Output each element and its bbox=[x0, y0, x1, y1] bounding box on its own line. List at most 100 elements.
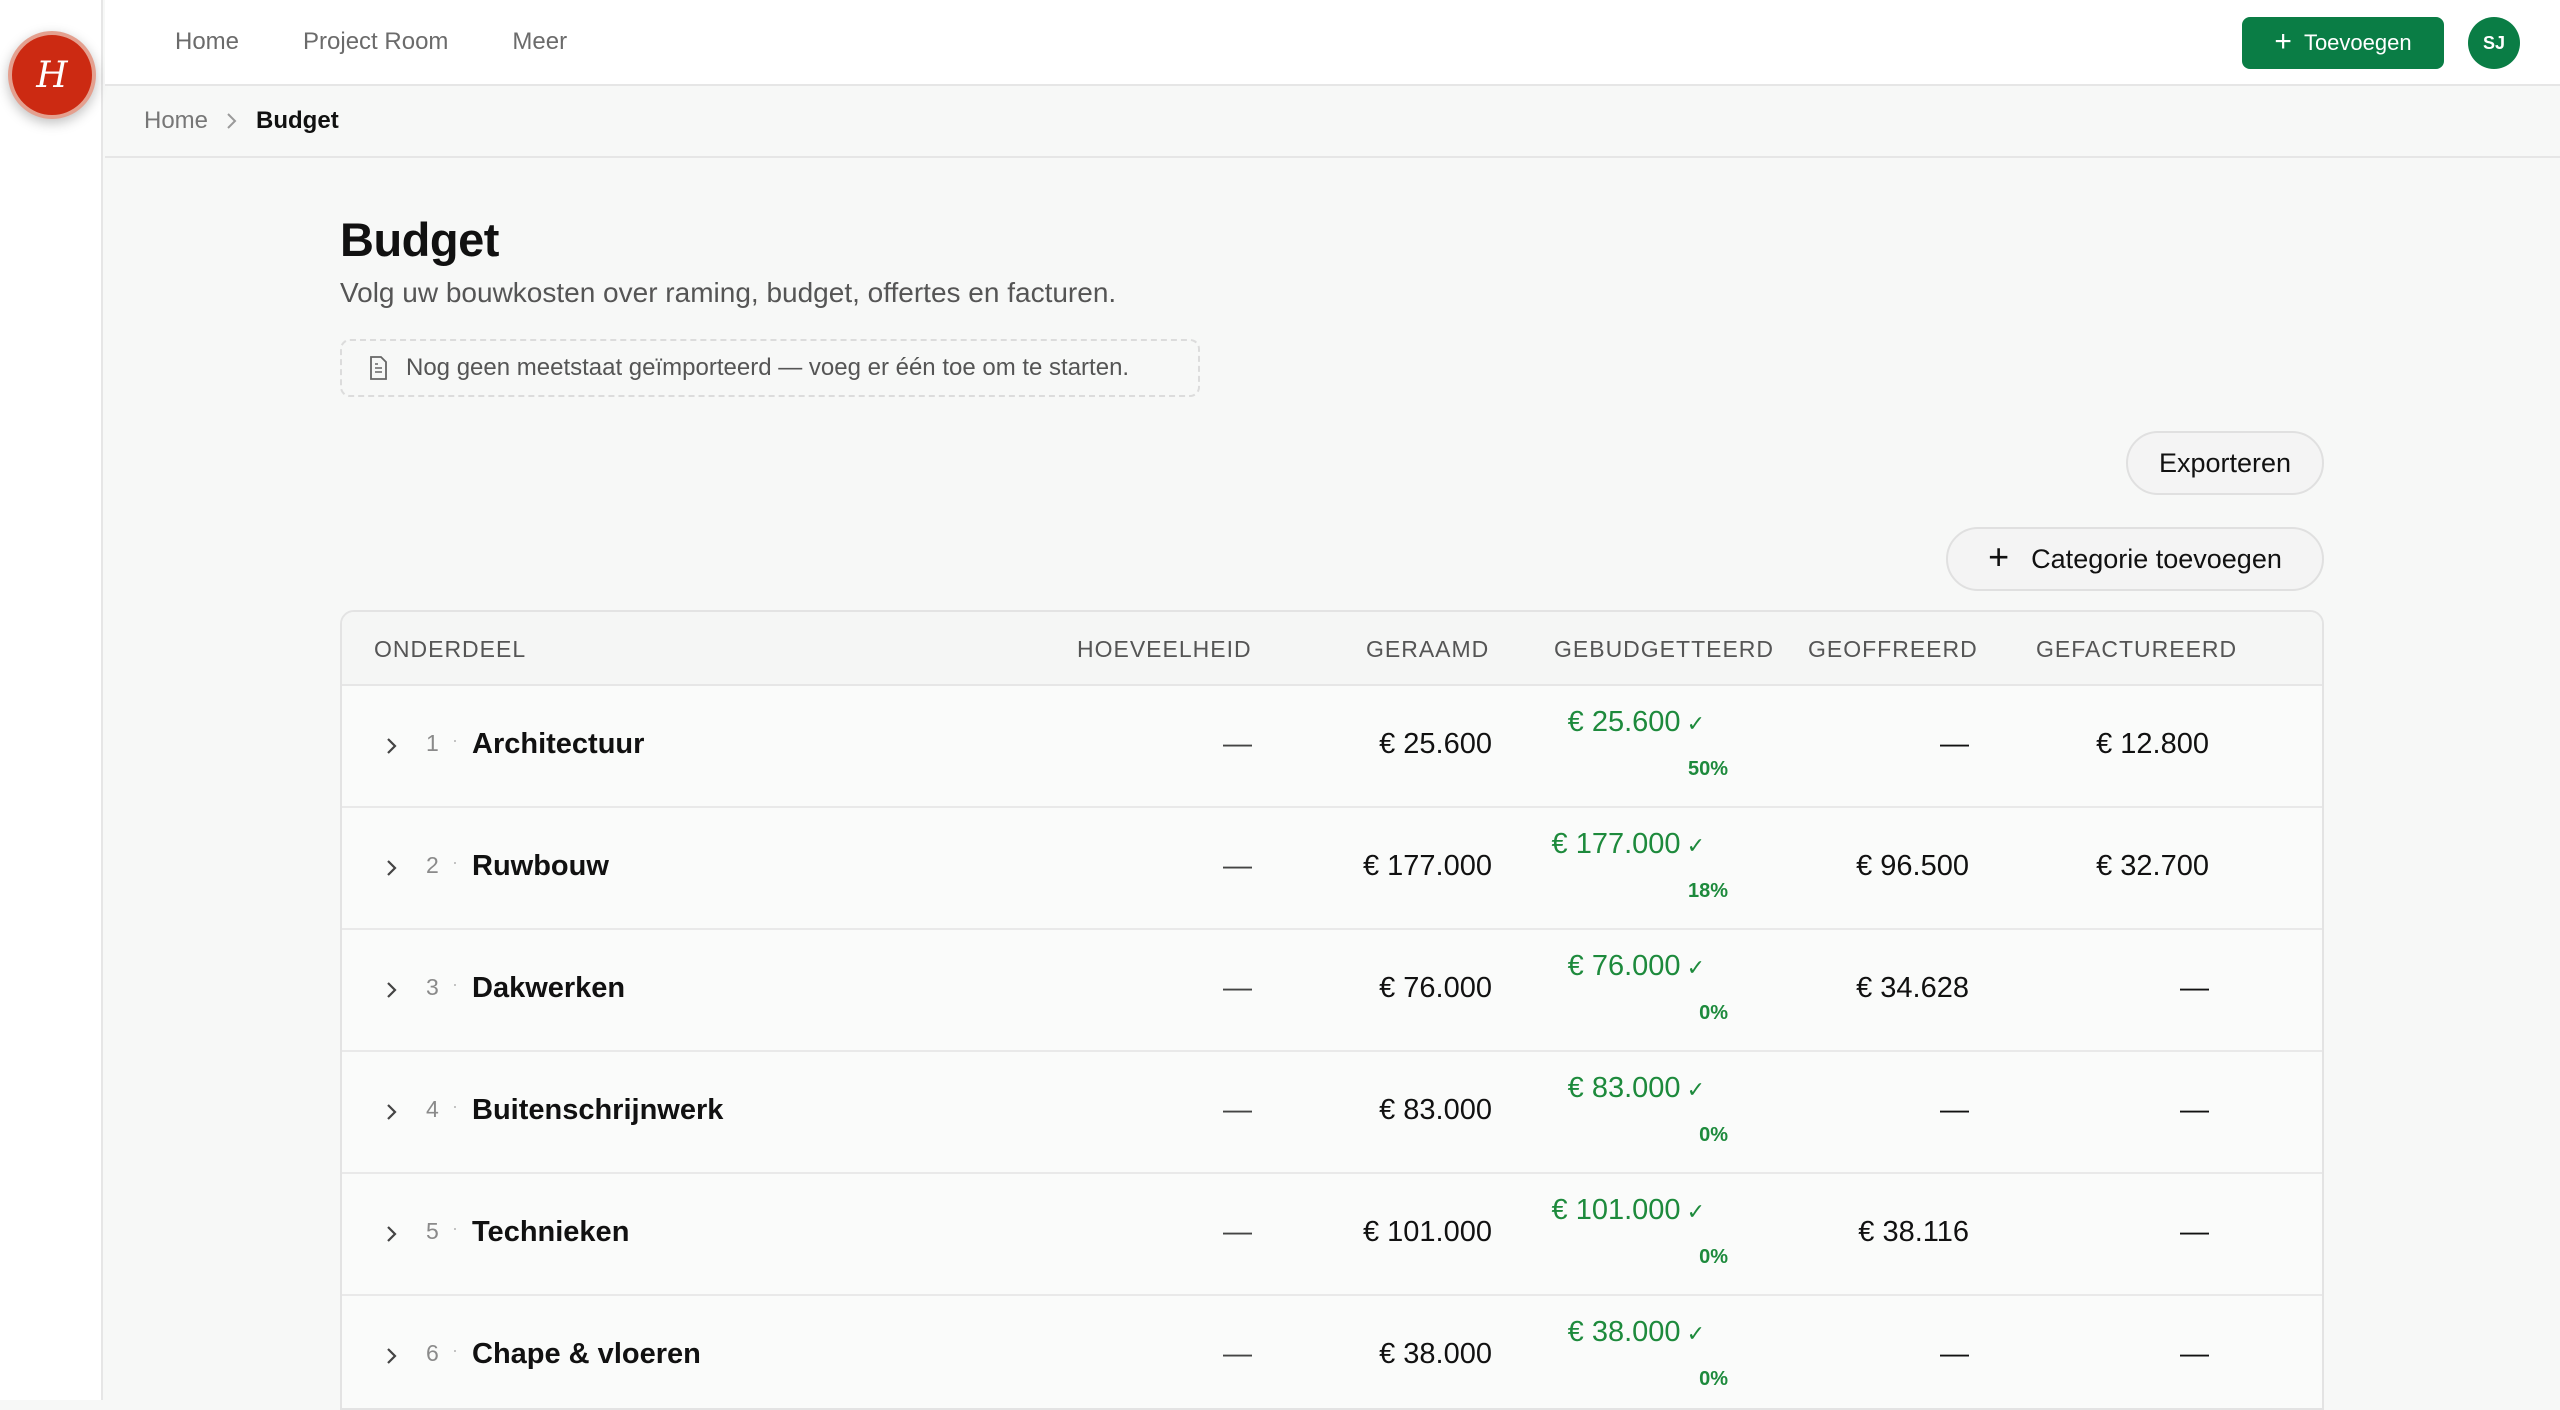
add-button[interactable]: + Toevoegen bbox=[2242, 17, 2444, 69]
chevron-right-icon[interactable] bbox=[384, 976, 400, 1004]
row-number: 4 bbox=[426, 1096, 439, 1122]
separator-dot: · bbox=[452, 974, 458, 994]
add-category-label: Categorie toevoegen bbox=[2031, 543, 2282, 574]
row-invoiced: — bbox=[2180, 1094, 2209, 1126]
page-subtitle: Volg uw bouwkosten over raming, budget, … bbox=[340, 277, 1117, 308]
chevron-right-icon[interactable] bbox=[384, 1098, 400, 1126]
table-row[interactable]: 1 · Architectuur — € 25.600 € 25.600 ✓ 50… bbox=[342, 686, 2322, 808]
avatar-initials: SJ bbox=[2482, 32, 2506, 53]
row-budgeted[interactable]: € 101.000 ✓ bbox=[1552, 1194, 1705, 1227]
left-rail: H bbox=[0, 0, 103, 1400]
row-budgeted[interactable]: € 177.000 ✓ bbox=[1552, 828, 1705, 861]
row-budget-percent: 0% bbox=[1699, 1246, 1728, 1268]
export-button[interactable]: Exporteren bbox=[2126, 431, 2324, 495]
col-geoffreerd[interactable]: GEOFFREERD bbox=[1808, 636, 1978, 663]
empty-notice: Nog geen meetstaat geïmporteerd — voeg e… bbox=[340, 339, 1200, 397]
table-row[interactable]: 2 · Ruwbouw — € 177.000 € 177.000 ✓ 18% €… bbox=[342, 808, 2322, 930]
avatar[interactable]: SJ bbox=[2468, 17, 2520, 69]
chevron-right-icon[interactable] bbox=[384, 1342, 400, 1370]
row-budgeted[interactable]: € 38.000 ✓ bbox=[1568, 1316, 1705, 1349]
row-budgeted-value: € 76.000 bbox=[1567, 950, 1681, 982]
row-budgeted[interactable]: € 25.600 ✓ bbox=[1568, 706, 1705, 739]
row-quantity: — bbox=[1223, 1216, 1252, 1248]
row-budgeted[interactable]: € 76.000 ✓ bbox=[1568, 950, 1705, 983]
row-quantity: — bbox=[1223, 972, 1252, 1004]
page-title: Budget bbox=[340, 213, 499, 266]
row-estimated: € 177.000 bbox=[1362, 850, 1492, 882]
row-name[interactable]: Architectuur bbox=[472, 728, 644, 761]
row-budgeted-value: € 38.000 bbox=[1567, 1316, 1681, 1348]
plus-icon: + bbox=[1988, 536, 2010, 577]
check-icon: ✓ bbox=[1686, 955, 1705, 980]
separator-dot: · bbox=[452, 1218, 458, 1238]
row-number: 2 bbox=[426, 852, 439, 878]
chevron-right-icon bbox=[227, 113, 237, 129]
check-icon: ✓ bbox=[1686, 1077, 1705, 1102]
breadcrumb-current: Budget bbox=[256, 107, 339, 134]
row-name[interactable]: Dakwerken bbox=[472, 972, 625, 1005]
row-estimated: € 38.000 bbox=[1379, 1338, 1492, 1370]
budget-table: ONDERDEEL HOEVEELHEID GERAAMD GEBUDGETTE… bbox=[340, 610, 2324, 1410]
chevron-right-icon[interactable] bbox=[384, 854, 400, 882]
row-budgeted-value: € 83.000 bbox=[1567, 1072, 1681, 1104]
actions-row: Exporteren + Categorie toevoegen bbox=[340, 397, 2324, 591]
row-offered: € 96.500 bbox=[1856, 850, 1969, 882]
row-budget-percent: 0% bbox=[1699, 1368, 1728, 1390]
nav-more[interactable]: Meer bbox=[512, 28, 567, 56]
row-budgeted[interactable]: € 83.000 ✓ bbox=[1568, 1072, 1705, 1105]
export-button-label: Exporteren bbox=[2158, 447, 2292, 478]
nav-project-room[interactable]: Project Room bbox=[303, 28, 448, 56]
row-quantity: — bbox=[1223, 850, 1252, 882]
row-estimated: € 101.000 bbox=[1362, 1216, 1492, 1248]
breadcrumb: Home Budget bbox=[105, 86, 2560, 158]
app-logo[interactable]: H bbox=[8, 31, 96, 119]
col-geraamd[interactable]: GERAAMD bbox=[1366, 636, 1489, 663]
row-offered: — bbox=[1940, 1094, 1969, 1126]
table-row[interactable]: 6 · Chape & vloeren — € 38.000 € 38.000 ✓… bbox=[342, 1296, 2322, 1408]
row-estimated: € 76.000 bbox=[1379, 972, 1492, 1004]
table-header: ONDERDEEL HOEVEELHEID GERAAMD GEBUDGETTE… bbox=[342, 612, 2322, 686]
row-offered: — bbox=[1940, 1338, 1969, 1370]
check-icon: ✓ bbox=[1686, 1199, 1705, 1224]
row-name[interactable]: Buitenschrijnwerk bbox=[472, 1094, 723, 1127]
logo-letter: H bbox=[36, 54, 68, 96]
row-invoiced: — bbox=[2180, 1216, 2209, 1248]
row-estimated: € 25.600 bbox=[1379, 728, 1492, 760]
row-invoiced: — bbox=[2180, 972, 2209, 1004]
row-name[interactable]: Technieken bbox=[472, 1216, 629, 1249]
chevron-right-icon[interactable] bbox=[384, 1220, 400, 1248]
row-estimated: € 83.000 bbox=[1379, 1094, 1492, 1126]
row-number: 3 bbox=[426, 974, 439, 1000]
row-name[interactable]: Chape & vloeren bbox=[472, 1338, 701, 1371]
col-gefactureerd[interactable]: GEFACTUREERD bbox=[2036, 636, 2237, 663]
row-budget-percent: 18% bbox=[1687, 880, 1728, 902]
table-row[interactable]: 3 · Dakwerken — € 76.000 € 76.000 ✓ 0% € … bbox=[342, 930, 2322, 1052]
nav-home[interactable]: Home bbox=[175, 28, 239, 56]
main-content: Budget Volg uw bouwkosten over raming, b… bbox=[340, 158, 2324, 591]
check-icon: ✓ bbox=[1686, 711, 1705, 736]
add-category-button[interactable]: + Categorie toevoegen bbox=[1946, 527, 2324, 591]
table-row[interactable]: 5 · Technieken — € 101.000 € 101.000 ✓ 0%… bbox=[342, 1174, 2322, 1296]
row-quantity: — bbox=[1223, 1338, 1252, 1370]
row-budgeted-value: € 177.000 bbox=[1551, 828, 1681, 860]
row-number: 6 bbox=[426, 1340, 439, 1366]
separator-dot: · bbox=[452, 1096, 458, 1116]
col-onderdeel[interactable]: ONDERDEEL bbox=[374, 636, 526, 663]
row-name[interactable]: Ruwbouw bbox=[472, 850, 609, 883]
table-row[interactable]: 4 · Buitenschrijnwerk — € 83.000 € 83.00… bbox=[342, 1052, 2322, 1174]
document-icon bbox=[370, 356, 387, 380]
breadcrumb-home[interactable]: Home bbox=[144, 107, 208, 135]
notice-text: Nog geen meetstaat geïmporteerd — voeg e… bbox=[406, 354, 1130, 381]
row-invoiced: € 32.700 bbox=[2096, 850, 2209, 882]
separator-dot: · bbox=[452, 730, 458, 750]
chevron-right-icon[interactable] bbox=[384, 732, 400, 760]
row-budget-percent: 0% bbox=[1699, 1002, 1728, 1024]
col-hoeveelheid[interactable]: HOEVEELHEID bbox=[1077, 636, 1252, 663]
row-budget-percent: 50% bbox=[1687, 758, 1728, 780]
add-button-label: Toevoegen bbox=[2303, 30, 2412, 55]
row-offered: € 38.116 bbox=[1858, 1216, 1969, 1248]
row-offered: € 34.628 bbox=[1856, 972, 1969, 1004]
row-number: 1 bbox=[426, 730, 439, 756]
col-gebudgetteerd[interactable]: GEBUDGETTEERD bbox=[1554, 636, 1774, 663]
separator-dot: · bbox=[452, 1340, 458, 1360]
